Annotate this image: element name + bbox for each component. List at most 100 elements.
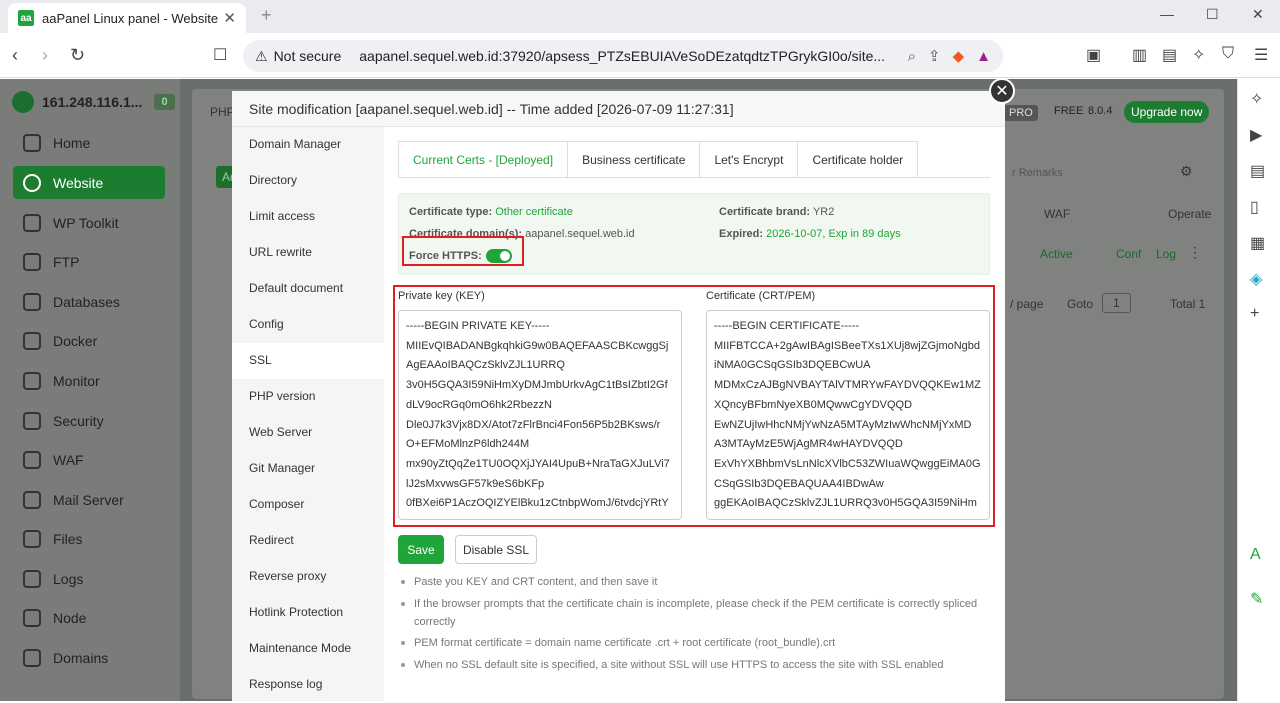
close-window-icon[interactable]: ✕ [1252, 6, 1264, 23]
wallet-icon[interactable]: ▤ [1162, 45, 1177, 65]
menu-item-domain-manager[interactable]: Domain Manager [232, 127, 384, 163]
extension-icon[interactable]: ◈ [1250, 269, 1262, 289]
sidebar-item-wp-toolkit[interactable]: WP Toolkit [13, 206, 165, 239]
close-tab-icon[interactable]: ✕ [223, 9, 236, 27]
menu-item-hotlink-protection[interactable]: Hotlink Protection [232, 595, 384, 631]
menu-item-ssl[interactable]: SSL [232, 343, 384, 379]
new-tab-icon[interactable]: + [261, 5, 272, 26]
vpn-icon[interactable]: ⛉ [1222, 45, 1234, 63]
translate-icon[interactable]: A [1250, 546, 1261, 564]
reload-icon[interactable]: ↻ [70, 45, 85, 66]
tab-lets-encrypt[interactable]: Let's Encrypt [699, 141, 799, 178]
upgrade-button[interactable]: Upgrade now [1124, 101, 1210, 123]
omnibox[interactable]: ⚠ Not secure aapanel.sequel.web.id:37920… [243, 40, 1003, 72]
sidebar-item-docker[interactable]: Docker [13, 324, 165, 357]
monitor-icon [23, 371, 41, 390]
sidebar-item-label: Mail Server [53, 491, 124, 508]
wallet-icon[interactable]: ▤ [1250, 161, 1265, 181]
menu-icon[interactable]: ☰ [1254, 45, 1268, 65]
bookmark-icon[interactable]: ☐ [213, 45, 227, 65]
close-modal-icon[interactable]: ✕ [989, 78, 1015, 104]
leo-ai-icon[interactable]: ✧ [1192, 45, 1205, 65]
save-button[interactable]: Save [398, 535, 444, 564]
maximize-icon[interactable]: ☐ [1206, 6, 1219, 23]
menu-item-composer[interactable]: Composer [232, 487, 384, 523]
php-tab[interactable]: PHP [210, 105, 235, 119]
brave-rewards-icon[interactable]: ▲ [976, 48, 991, 65]
menu-item-redirect[interactable]: Redirect [232, 523, 384, 559]
zoom-icon[interactable]: ⌕ [908, 48, 916, 65]
menu-item-reverse-proxy[interactable]: Reverse proxy [232, 559, 384, 595]
leo-icon[interactable]: ✧ [1250, 89, 1263, 109]
edit-icon[interactable]: ✎ [1250, 589, 1263, 609]
sidebar-item-monitor[interactable]: Monitor [13, 364, 165, 397]
sidebar-toggle-icon[interactable]: ▥ [1132, 45, 1147, 65]
menu-item-web-server[interactable]: Web Server [232, 415, 384, 451]
browser-tab[interactable]: aa aaPanel Linux panel - Website ✕ [8, 3, 246, 33]
sidebar-item-databases[interactable]: Databases [13, 285, 165, 318]
sidebar-item-logs[interactable]: Logs [13, 562, 165, 595]
tip-pem: PEM format certificate = domain name cer… [401, 634, 994, 652]
share-icon[interactable]: ⇪ [928, 47, 941, 65]
menu-item-maintenance-mode[interactable]: Maintenance Mode [232, 631, 384, 667]
menu-item-php-version[interactable]: PHP version [232, 379, 384, 415]
sidebar-item-domains[interactable]: Domains [13, 641, 165, 674]
disable-ssl-button[interactable]: Disable SSL [455, 535, 537, 564]
home-icon [23, 133, 41, 152]
brave-shield-icon[interactable]: ◆ [953, 47, 965, 65]
version-label: 8.0.4 [1088, 105, 1113, 117]
reading-list-icon[interactable]: ▦ [1250, 233, 1265, 253]
forward-icon[interactable]: › [42, 45, 48, 66]
sidebar-item-label: Security [53, 412, 104, 429]
total-count: Total 1 [1170, 297, 1206, 311]
sidebar-item-files[interactable]: Files [13, 522, 165, 555]
status-badge[interactable]: Active [1040, 247, 1073, 261]
cert-type-row: Certificate type: Other certificate [409, 206, 573, 218]
goto-input[interactable]: 1 [1102, 293, 1131, 313]
menu-item-limit-access[interactable]: Limit access [232, 199, 384, 235]
alert-badge[interactable]: 0 [154, 94, 175, 110]
search-input[interactable]: r Remarks [1012, 167, 1063, 179]
menu-item-response-log[interactable]: Response log [232, 667, 384, 703]
reader-icon[interactable]: ▣ [1086, 45, 1101, 65]
sidebar-item-waf[interactable]: WAF [13, 443, 165, 476]
panel-sidebar: 161.248.116.1... 0 Home Website WP Toolk… [0, 79, 180, 701]
dialog-title: Site modification [aapanel.sequel.web.id… [232, 91, 1005, 127]
folder-icon [23, 529, 41, 548]
menu-item-git-manager[interactable]: Git Manager [232, 451, 384, 487]
sidebar-item-security[interactable]: Security [13, 404, 165, 437]
log-link[interactable]: Log [1156, 247, 1176, 261]
media-icon[interactable]: ▶ [1250, 125, 1262, 145]
settings-gear-icon[interactable]: ⚙ [1180, 163, 1193, 180]
pro-badge: PRO [1004, 105, 1038, 121]
sidebar-item-website[interactable]: Website [13, 166, 165, 199]
per-page-select[interactable]: / page [1010, 297, 1043, 311]
browser-sidebar: ✧ ▶ ▤ ▯ ▦ ◈ + A ✎ [1237, 79, 1280, 701]
bookmarks-icon[interactable]: ▯ [1250, 197, 1259, 217]
menu-item-default-document[interactable]: Default document [232, 271, 384, 307]
menu-item-config[interactable]: Config [232, 307, 384, 343]
sidebar-item-node[interactable]: Node [13, 601, 165, 634]
add-panel-icon[interactable]: + [1250, 305, 1259, 323]
dialog-menu: Domain Manager Directory Limit access UR… [232, 127, 384, 701]
more-icon[interactable]: ⋮ [1188, 244, 1202, 261]
tab-business-certificate[interactable]: Business certificate [567, 141, 701, 178]
url-text[interactable]: aapanel.sequel.web.id:37920/apsess_PTZsE… [359, 48, 895, 64]
sidebar-item-label: Databases [53, 293, 120, 310]
cert-brand-label: Certificate brand: [719, 206, 811, 218]
sidebar-item-home[interactable]: Home [13, 126, 165, 159]
wordpress-icon [23, 213, 41, 232]
cert-domain-value: aapanel.sequel.web.id [525, 228, 635, 240]
minimize-icon[interactable]: — [1160, 6, 1174, 22]
col-waf: WAF [1044, 207, 1071, 221]
sidebar-item-mail-server[interactable]: Mail Server [13, 483, 165, 516]
tip-chain: If the browser prompts that the certific… [401, 595, 994, 631]
menu-item-url-rewrite[interactable]: URL rewrite [232, 235, 384, 271]
docker-icon [23, 331, 41, 350]
sidebar-item-ftp[interactable]: FTP [13, 245, 165, 278]
tab-certificate-holder[interactable]: Certificate holder [797, 141, 919, 178]
menu-item-directory[interactable]: Directory [232, 163, 384, 199]
conf-link[interactable]: Conf [1116, 247, 1141, 261]
tab-current-certs[interactable]: Current Certs - [Deployed] [398, 141, 569, 178]
back-icon[interactable]: ‹ [12, 45, 18, 66]
